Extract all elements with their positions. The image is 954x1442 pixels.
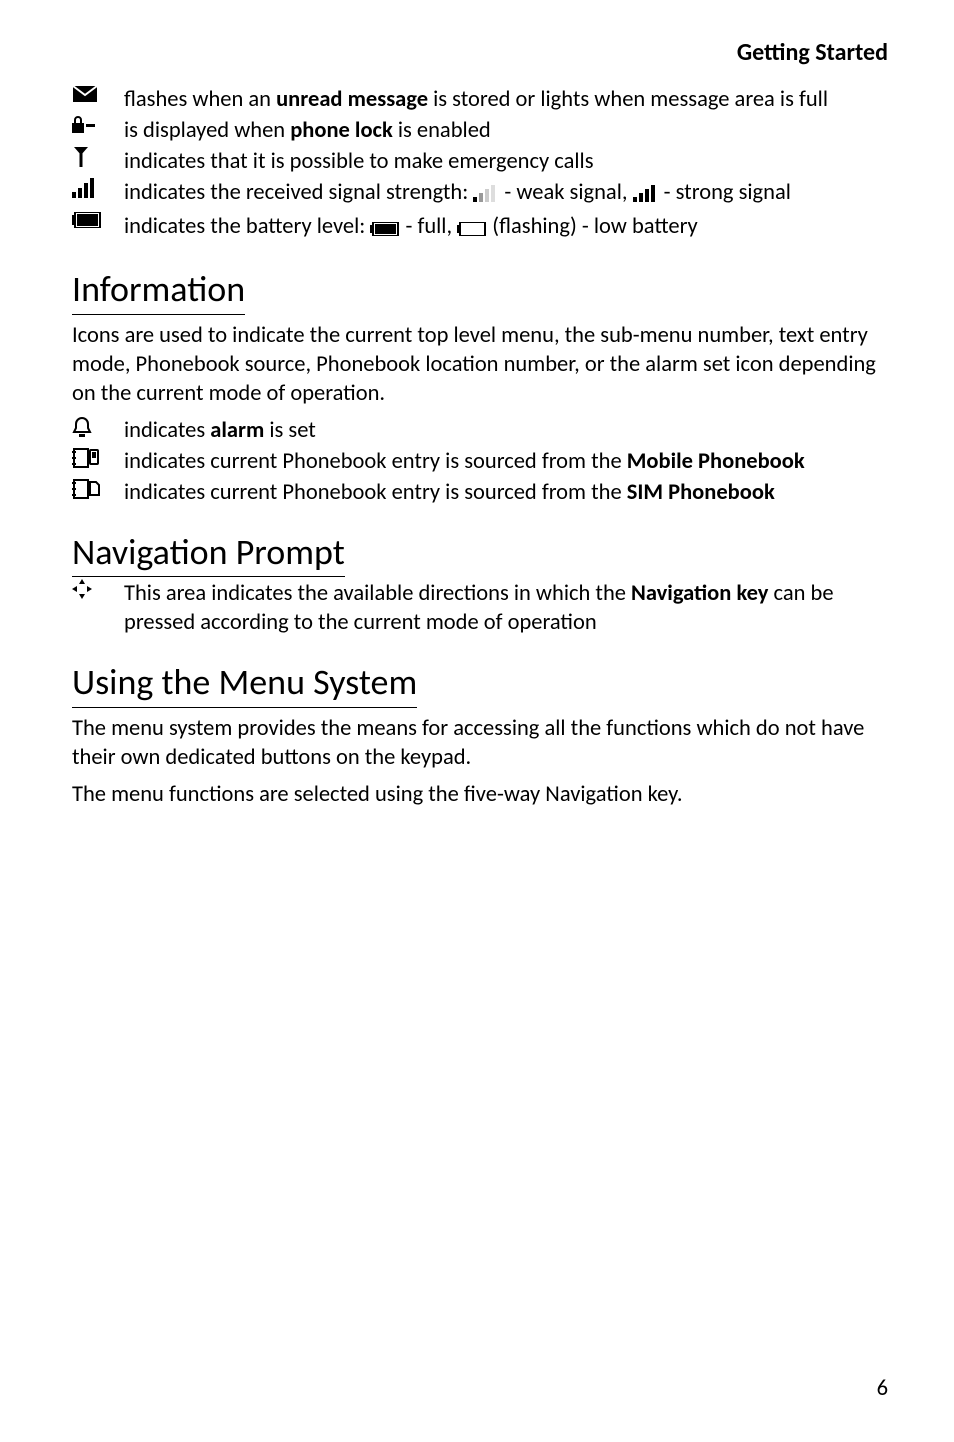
- antenna-icon: [72, 147, 102, 167]
- mobile-phonebook-icon: [72, 447, 102, 469]
- row-text: This area indicates the available direct…: [124, 579, 888, 637]
- envelope-icon: [72, 85, 102, 103]
- row-phone-lock: is displayed when phone lock is enabled: [72, 116, 888, 145]
- row-text: indicates the received signal strength: …: [124, 178, 888, 210]
- weak-signal-icon: [473, 181, 499, 210]
- menu-para1: The menu system provides the means for a…: [72, 714, 888, 772]
- row-sim-phonebook: indicates current Phonebook entry is sou…: [72, 478, 888, 507]
- row-alarm: indicates alarm is set: [72, 416, 888, 445]
- strong-signal-icon: [633, 181, 659, 210]
- nav-arrows-icon: [72, 579, 102, 599]
- navigation-list: This area indicates the available direct…: [72, 579, 888, 637]
- row-signal-strength: indicates the received signal strength: …: [72, 178, 888, 210]
- menu-para2: The menu functions are selected using th…: [72, 780, 888, 809]
- information-intro: Icons are used to indicate the current t…: [72, 321, 888, 408]
- sim-phonebook-icon: [72, 478, 102, 500]
- lock-icon: [72, 116, 102, 134]
- battery-full-icon: [370, 215, 400, 244]
- row-text: flashes when an unread message is stored…: [124, 85, 888, 114]
- row-unread-message: flashes when an unread message is stored…: [72, 85, 888, 114]
- icon-description-list: flashes when an unread message is stored…: [72, 85, 888, 244]
- row-battery: indicates the battery level: - full, (fl…: [72, 212, 888, 244]
- section-navigation-title: Navigation Prompt: [72, 533, 888, 578]
- row-emergency: indicates that it is possible to make em…: [72, 147, 888, 176]
- row-mobile-phonebook: indicates current Phonebook entry is sou…: [72, 447, 888, 476]
- battery-icon: [72, 212, 102, 228]
- row-text: indicates current Phonebook entry is sou…: [124, 447, 888, 476]
- row-text: indicates that it is possible to make em…: [124, 147, 888, 176]
- row-text: is displayed when phone lock is enabled: [124, 116, 888, 145]
- row-text: indicates current Phonebook entry is sou…: [124, 478, 888, 507]
- section-information-title: Information: [72, 270, 888, 315]
- row-nav: This area indicates the available direct…: [72, 579, 888, 637]
- page-number: 6: [877, 1375, 888, 1402]
- signal-bars-icon: [72, 178, 102, 198]
- information-list: indicates alarm is set indicates current…: [72, 416, 888, 507]
- row-text: indicates alarm is set: [124, 416, 888, 445]
- alarm-bell-icon: [72, 416, 102, 438]
- row-text: indicates the battery level: - full, (fl…: [124, 212, 888, 244]
- battery-empty-icon: [457, 215, 487, 244]
- section-menu-title: Using the Menu System: [72, 663, 888, 708]
- page-header: Getting Started: [72, 38, 888, 67]
